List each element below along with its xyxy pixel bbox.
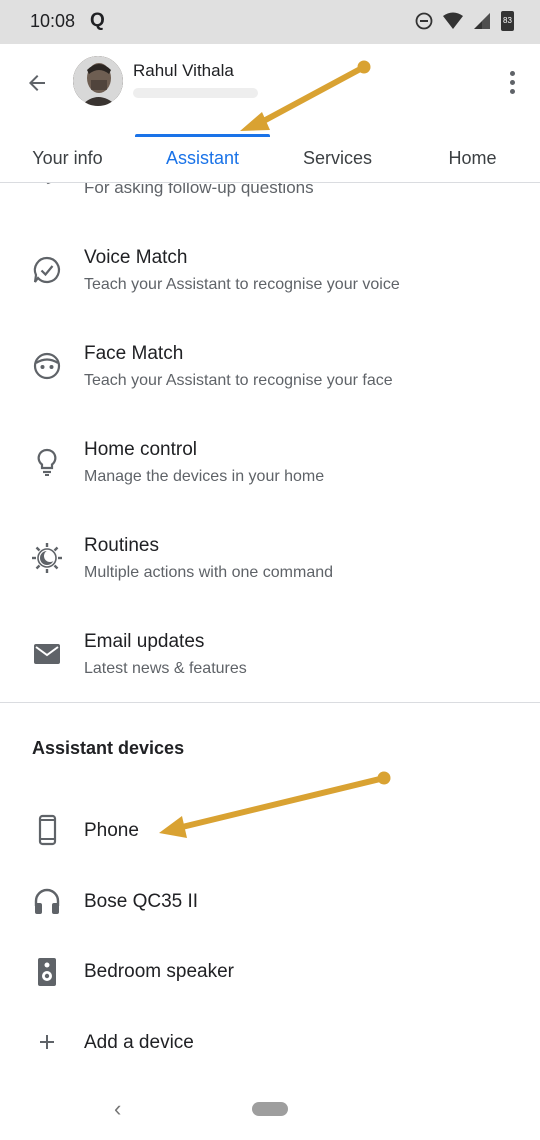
- headphones-icon: [30, 884, 64, 918]
- more-options-button[interactable]: [500, 64, 524, 100]
- routines-subtitle: Multiple actions with one command: [84, 564, 334, 581]
- tab-home[interactable]: Home: [405, 134, 540, 182]
- battery-level: 83: [503, 16, 512, 25]
- voice-match-title: Voice Match: [84, 247, 188, 268]
- add-device-button[interactable]: Add a device: [0, 1008, 540, 1078]
- arrow-back-icon: [29, 75, 45, 91]
- tab-bar: Your info Assistant Services Home: [0, 134, 540, 182]
- do-not-disturb-icon: [415, 12, 433, 30]
- phone-icon: [30, 813, 64, 847]
- active-tab-indicator: [135, 134, 270, 137]
- device-item-phone[interactable]: Phone: [0, 795, 540, 865]
- device-item-bedroom-speaker[interactable]: Bedroom speaker: [0, 937, 540, 1007]
- home-control-subtitle: Manage the devices in your home: [84, 468, 325, 485]
- wifi-icon: [443, 12, 463, 29]
- section-divider: [0, 702, 540, 703]
- system-nav-bar: ‹: [0, 1080, 540, 1140]
- more-vert-icon: [509, 70, 515, 76]
- face-match-subtitle: Teach your Assistant to recognise your f…: [84, 372, 393, 389]
- continued-conversation-subtitle: For asking follow-up questions: [84, 183, 314, 197]
- chat-icon: [46, 183, 51, 185]
- face-match-title: Face Match: [84, 343, 184, 364]
- tab-services[interactable]: Services: [270, 134, 405, 182]
- signal-icon: [474, 13, 490, 29]
- email-updates-title: Email updates: [84, 631, 205, 652]
- app-header: Rahul Vithala Your info Assistant Servic…: [0, 44, 540, 183]
- notification-q-icon: Q: [90, 10, 105, 31]
- nav-home-pill[interactable]: [252, 1102, 288, 1116]
- home-control-title: Home control: [84, 439, 197, 460]
- user-email-redacted: [133, 88, 258, 98]
- add-device-label: Add a device: [84, 1032, 194, 1053]
- avatar-photo: [73, 56, 123, 106]
- user-name: Rahul Vithala: [133, 61, 234, 80]
- nav-back-button[interactable]: ‹: [114, 1096, 121, 1122]
- device-item-bose[interactable]: Bose QC35 II: [0, 866, 540, 936]
- back-button[interactable]: [20, 66, 54, 100]
- list-item-face-match[interactable]: Face Match Teach your Assistant to recog…: [0, 331, 540, 411]
- battery-icon: 83: [501, 11, 514, 31]
- tab-your-info[interactable]: Your info: [0, 134, 135, 182]
- plus-icon: [30, 1025, 64, 1059]
- email-icon: [30, 637, 64, 671]
- avatar[interactable]: [73, 56, 123, 106]
- assistant-devices-heading: Assistant devices: [32, 738, 185, 758]
- face-match-icon: [30, 349, 64, 383]
- list-item-voice-match[interactable]: Voice Match Teach your Assistant to reco…: [0, 235, 540, 315]
- routines-icon: [30, 541, 64, 575]
- device-bedroom-speaker-label: Bedroom speaker: [84, 961, 234, 982]
- speaker-icon: [30, 955, 64, 989]
- voice-match-subtitle: Teach your Assistant to recognise your v…: [84, 276, 400, 293]
- status-time: 10:08: [30, 11, 76, 31]
- device-phone-label: Phone: [84, 820, 139, 841]
- email-updates-subtitle: Latest news & features: [84, 660, 247, 677]
- lightbulb-icon: [30, 445, 64, 479]
- device-bose-label: Bose QC35 II: [84, 891, 199, 912]
- status-bar: 10:08 Q 83: [0, 0, 540, 44]
- routines-title: Routines: [84, 535, 159, 556]
- status-icons: 83: [415, 11, 514, 31]
- voice-match-icon: [30, 253, 64, 287]
- list-item-routines[interactable]: Routines Multiple actions with one comma…: [0, 523, 540, 603]
- list-item-continued-conversation[interactable]: For asking follow-up questions: [0, 183, 540, 207]
- list-item-home-control[interactable]: Home control Manage the devices in your …: [0, 427, 540, 507]
- list-item-email-updates[interactable]: Email updates Latest news & features: [0, 619, 540, 699]
- tab-assistant[interactable]: Assistant: [135, 134, 270, 182]
